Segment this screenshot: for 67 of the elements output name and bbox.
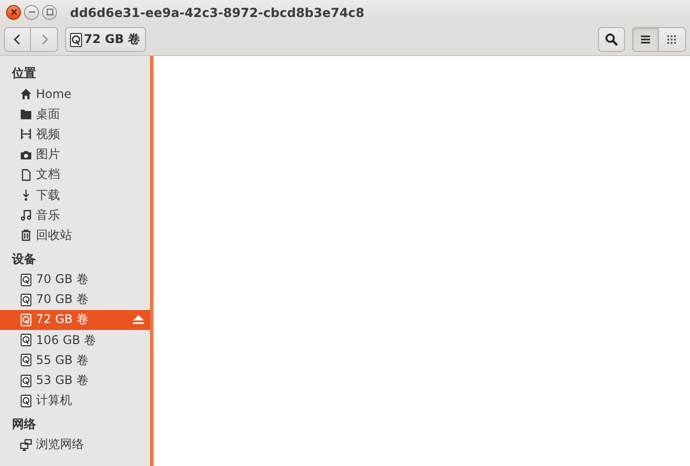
drive-icon: [20, 294, 32, 306]
sidebar-item[interactable]: 回收站: [0, 225, 150, 246]
eject-icon[interactable]: [133, 315, 144, 324]
back-button[interactable]: [4, 27, 31, 52]
network-icon: [20, 439, 32, 451]
item-label: 下载: [36, 186, 61, 204]
folder-icon: [20, 110, 32, 120]
sidebar-item[interactable]: 72 GB 卷: [0, 310, 150, 330]
item-label: 53 GB 卷: [36, 372, 90, 390]
item-label: 文档: [36, 166, 61, 184]
section-header: 网络: [11, 416, 37, 433]
music-icon: [20, 210, 32, 221]
sidebar-item[interactable]: Home: [0, 84, 150, 104]
drive-icon: [20, 354, 32, 367]
drive-icon: [70, 32, 82, 46]
window-title: dd6d6e31-ee9a-42c3-8972-cbcd8b3e74c8: [70, 4, 364, 20]
home-icon: [20, 88, 32, 100]
item-label: 计算机: [36, 392, 73, 410]
list-icon: [640, 35, 651, 44]
trash-icon: [21, 230, 31, 242]
download-icon: [22, 189, 30, 201]
sidebar-item[interactable]: 下载: [0, 184, 150, 206]
sidebar-item[interactable]: 计算机: [0, 390, 150, 411]
section-header: 设备: [10, 250, 37, 268]
sidebar-item[interactable]: 70 GB 卷: [0, 270, 150, 290]
search-button[interactable]: [598, 27, 625, 52]
drive-icon: [20, 394, 32, 407]
item-label: 图片: [36, 146, 61, 164]
close-icon: [10, 8, 18, 16]
drive-icon: [20, 314, 32, 326]
document-icon: [22, 169, 30, 181]
sidebar-item[interactable]: 70 GB 卷: [0, 290, 150, 310]
sidebar-item[interactable]: 文档: [0, 164, 150, 185]
item-label: 70 GB 卷: [36, 271, 90, 288]
grid-icon: [667, 34, 677, 44]
item-label: Home: [36, 87, 72, 102]
sidebar-item[interactable]: 55 GB 卷: [0, 350, 150, 370]
sidebar-item[interactable]: 视频: [0, 124, 150, 145]
item-label: 桌面: [36, 106, 61, 123]
camera-icon: [20, 150, 32, 160]
close-button[interactable]: [6, 4, 21, 20]
item-label: 视频: [36, 126, 61, 143]
maximize-button[interactable]: [42, 4, 57, 20]
sidebar-item[interactable]: 图片: [0, 144, 150, 165]
item-label: 浏览网络: [36, 436, 85, 454]
film-icon: [21, 128, 31, 140]
section-header: 位置: [10, 65, 37, 82]
sidebar-item[interactable]: 桌面: [0, 104, 150, 124]
sidebar-item[interactable]: 106 GB 卷: [0, 330, 150, 350]
sidebar-item[interactable]: 浏览网络: [0, 434, 150, 455]
sidebar-item[interactable]: 53 GB 卷: [0, 370, 150, 391]
drive-icon: [20, 273, 32, 286]
item-label: 70 GB 卷: [36, 291, 90, 308]
item-label: 55 GB 卷: [36, 352, 90, 369]
maximize-icon: [46, 8, 54, 16]
drive-icon: [20, 334, 32, 346]
item-label: 106 GB 卷: [36, 332, 98, 349]
item-label: 音乐: [36, 206, 61, 224]
item-label: 72 GB 卷: [36, 311, 90, 328]
sidebar-item[interactable]: 音乐: [0, 205, 150, 226]
drive-icon: [20, 374, 32, 387]
grid-view-button[interactable]: [659, 27, 686, 52]
list-view-button[interactable]: [632, 27, 659, 52]
path-button[interactable]: 72 GB 卷: [65, 27, 146, 52]
minimize-button[interactable]: [24, 4, 39, 20]
search-icon: [605, 33, 618, 46]
item-label: 回收站: [36, 226, 73, 244]
